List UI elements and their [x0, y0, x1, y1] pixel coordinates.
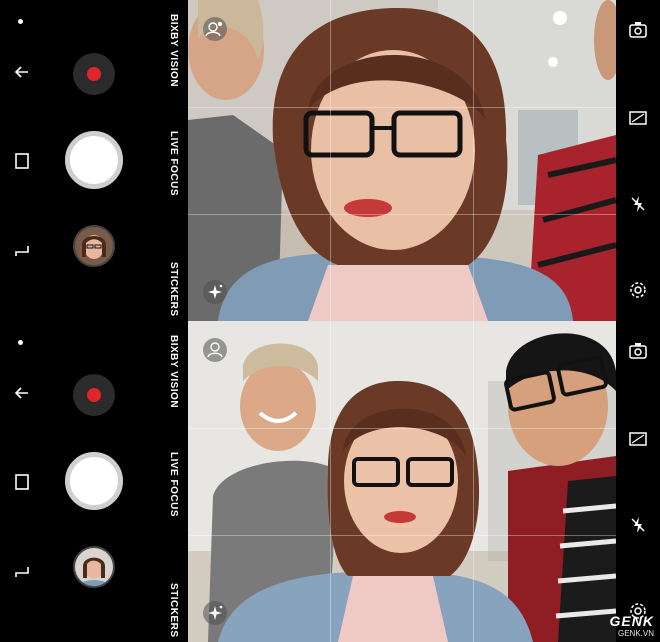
grid-line — [188, 428, 616, 429]
record-button[interactable] — [73, 53, 115, 95]
face-effect-icon[interactable] — [203, 338, 227, 362]
watermark: GENK GENK.VN — [610, 613, 654, 638]
gear-icon[interactable] — [628, 280, 648, 300]
recent-apps-icon[interactable] — [12, 472, 32, 492]
grid-line — [330, 321, 331, 642]
grid-line — [188, 535, 616, 536]
grid-line — [188, 214, 616, 215]
record-button[interactable] — [73, 374, 115, 416]
camera-panel-bottom: BIXBY VISION LIVE FOCUS STICKERS GENK GE… — [0, 321, 660, 642]
sparkle-icon[interactable] — [203, 601, 227, 625]
recent-apps-icon[interactable] — [12, 151, 32, 171]
settings-bar — [616, 0, 660, 321]
dot-indicator — [18, 340, 23, 345]
mode-selector: BIXBY VISION LIVE FOCUS STICKERS — [158, 321, 188, 642]
system-nav-bar — [0, 0, 42, 321]
system-nav-bar — [0, 321, 42, 642]
watermark-site: GENK.VN — [617, 629, 654, 638]
shutter-controls — [42, 0, 158, 321]
camera-viewfinder[interactable] — [188, 0, 616, 321]
mode-bixby-vision[interactable]: BIXBY VISION — [158, 335, 188, 408]
flash-off-icon[interactable] — [628, 194, 648, 214]
back-arrow-icon[interactable] — [12, 383, 32, 403]
grid-line — [473, 0, 474, 321]
viewfinder-scene — [188, 321, 616, 642]
mode-live-focus[interactable]: LIVE FOCUS — [158, 452, 188, 517]
face-effect-icon[interactable] — [203, 17, 227, 41]
sparkle-icon[interactable] — [203, 280, 227, 304]
switch-camera-icon[interactable] — [628, 341, 648, 361]
menu-icon[interactable] — [12, 241, 32, 261]
shutter-button[interactable] — [65, 452, 123, 510]
shutter-button[interactable] — [65, 131, 123, 189]
shutter-controls — [42, 321, 158, 642]
mode-stickers[interactable]: STICKERS — [158, 583, 188, 638]
aspect-ratio-icon[interactable] — [628, 108, 648, 128]
mode-bixby-vision[interactable]: BIXBY VISION — [158, 14, 188, 87]
viewfinder-scene — [188, 0, 616, 321]
mode-live-focus[interactable]: LIVE FOCUS — [158, 131, 188, 196]
watermark-brand: GENK — [609, 613, 654, 629]
settings-bar — [616, 321, 660, 642]
gallery-thumbnail[interactable] — [73, 225, 115, 267]
mode-selector: BIXBY VISION LIVE FOCUS STICKERS — [158, 0, 188, 321]
back-arrow-icon[interactable] — [12, 62, 32, 82]
switch-camera-icon[interactable] — [628, 20, 648, 40]
menu-icon[interactable] — [12, 562, 32, 582]
grid-line — [188, 107, 616, 108]
grid-line — [473, 321, 474, 642]
dot-indicator — [18, 19, 23, 24]
camera-viewfinder[interactable] — [188, 321, 616, 642]
grid-line — [330, 0, 331, 321]
aspect-ratio-icon[interactable] — [628, 429, 648, 449]
flash-off-icon[interactable] — [628, 515, 648, 535]
mode-stickers[interactable]: STICKERS — [158, 262, 188, 317]
gallery-thumbnail[interactable] — [73, 546, 115, 588]
camera-panel-top: BIXBY VISION LIVE FOCUS STICKERS — [0, 0, 660, 321]
